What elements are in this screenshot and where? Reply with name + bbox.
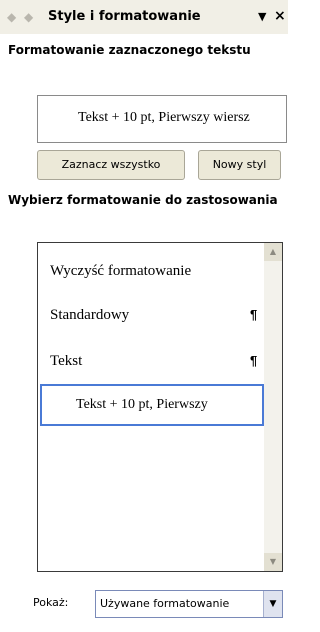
list-scrollbar[interactable]: ▲ ▼ [264, 243, 282, 571]
current-formatting-label: Formatowanie zaznaczonego tekstu [8, 43, 251, 57]
current-formatting-box[interactable]: Tekst + 10 pt, Pierwszy wiersz [37, 95, 287, 143]
list-item-clear-formatting[interactable]: Wyczyść formatowanie [38, 251, 260, 291]
paragraph-mark-icon: ¶ [250, 353, 258, 368]
task-pane-title-bar: ◆ ◆ Style i formatowanie ▼ × [0, 0, 288, 34]
show-dropdown-value: Używane formatowanie [100, 597, 230, 610]
list-item-label: Wyczyść formatowanie [50, 263, 192, 279]
scroll-up-icon[interactable]: ▲ [264, 243, 282, 261]
list-item-standardowy[interactable]: Standardowy ¶ [38, 295, 260, 335]
list-item-selected-formatting[interactable]: Tekst + 10 pt, Pierwszy [40, 384, 264, 426]
current-formatting-value: Tekst + 10 pt, Pierwszy wiersz [78, 110, 250, 125]
list-item-label: Tekst [50, 353, 83, 369]
task-pane-menu-icon[interactable]: ▼ [258, 9, 266, 25]
select-all-button[interactable]: Zaznacz wszystko [37, 150, 185, 180]
new-style-button[interactable]: Nowy styl [198, 150, 281, 180]
formatting-list[interactable]: Wyczyść formatowanie Standardowy ¶ Tekst… [37, 242, 283, 572]
show-label: Pokaż: [33, 596, 69, 609]
forward-arrow-icon[interactable]: ◆ [24, 10, 33, 24]
apply-formatting-label: Wybierz formatowanie do zastosowania [8, 193, 278, 207]
chevron-down-icon[interactable]: ▼ [263, 591, 282, 617]
close-icon[interactable]: × [274, 8, 286, 24]
list-item-label: Standardowy [50, 307, 130, 323]
paragraph-mark-icon: ¶ [250, 307, 258, 322]
task-pane-title: Style i formatowanie [48, 9, 201, 24]
list-item-tekst[interactable]: Tekst ¶ [38, 341, 260, 381]
back-arrow-icon[interactable]: ◆ [7, 10, 16, 24]
scroll-down-icon[interactable]: ▼ [264, 553, 282, 571]
list-item-label: Tekst + 10 pt, Pierwszy [76, 397, 208, 412]
show-dropdown[interactable]: Używane formatowanie ▼ [95, 590, 283, 618]
